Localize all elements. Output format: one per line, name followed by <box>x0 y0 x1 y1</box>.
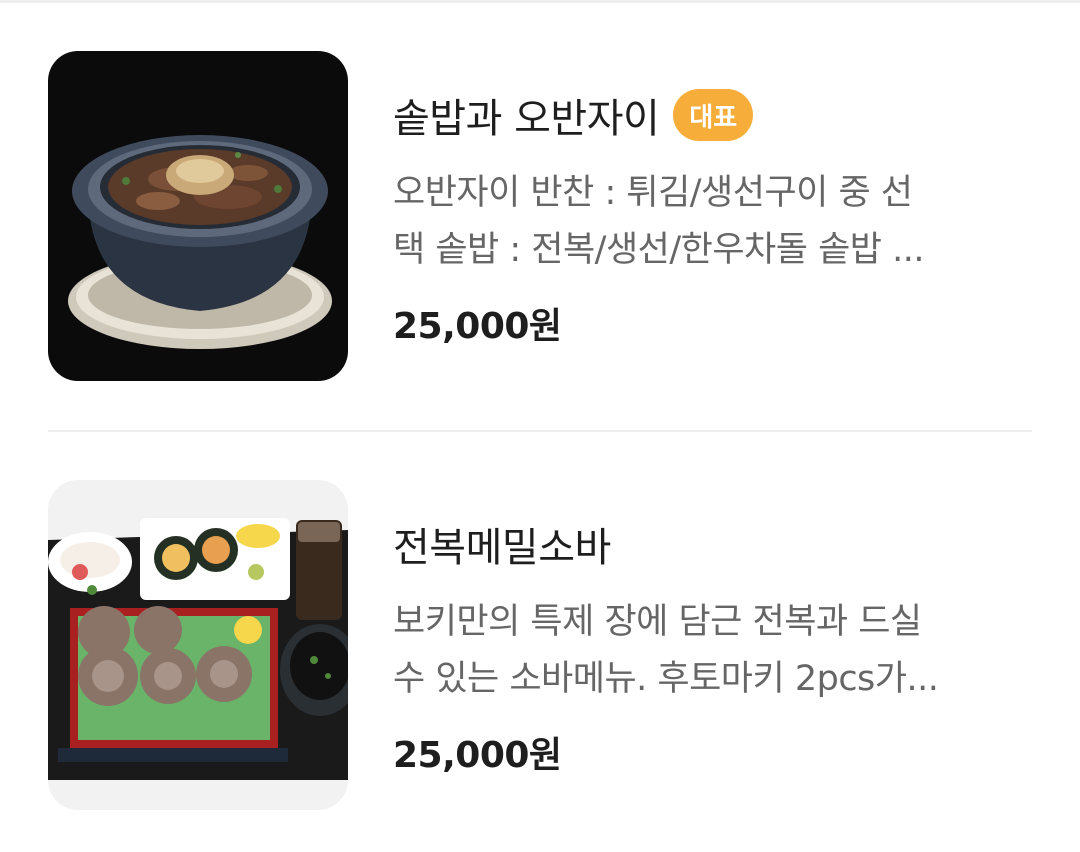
menu-item-title-row: 솥밥과 오반자이 대표 <box>393 87 754 143</box>
menu-item-photo <box>48 51 348 381</box>
menu-item-description-line: 수 있는 소바메뉴. 후토마키 2pcs가... <box>393 659 939 699</box>
menu-item-description-line: 오반자이 반찬 : 튀김/생선구이 중 선 <box>393 173 913 213</box>
menu-item-description: 보키만의 특제 장에 담근 전복과 드실 수 있는 소바메뉴. 후토마키 2pc… <box>393 594 1023 708</box>
menu-item-title-row: 전복메밀소바 <box>393 516 611 572</box>
rice-pot-photo-icon <box>48 51 348 381</box>
menu-item-price: 25,000원 <box>393 735 562 776</box>
top-divider <box>0 0 1080 3</box>
menu-item-sotbap[interactable]: 솥밥과 오반자이 대표 오반자이 반찬 : 튀김/생선구이 중 선 택 솥밥 :… <box>48 51 1032 383</box>
soba-set-photo-icon <box>48 480 348 810</box>
menu-item-photo <box>48 480 348 810</box>
item-divider <box>48 430 1032 432</box>
representative-badge: 대표 <box>673 89 754 141</box>
menu-item-name: 전복메밀소바 <box>393 525 611 571</box>
menu-item-price: 25,000원 <box>393 306 562 347</box>
menu-item-description-line: 보키만의 특제 장에 담근 전복과 드실 <box>393 602 922 642</box>
menu-item-description-line: 택 솥밥 : 전복/생선/한우차돌 솥밥 ... <box>393 230 924 270</box>
menu-item-description: 오반자이 반찬 : 튀김/생선구이 중 선 택 솥밥 : 전복/생선/한우차돌 … <box>393 165 1023 279</box>
menu-item-soba[interactable]: 전복메밀소바 보키만의 특제 장에 담근 전복과 드실 수 있는 소바메뉴. 후… <box>48 480 1032 812</box>
menu-item-name: 솥밥과 오반자이 <box>393 96 660 142</box>
